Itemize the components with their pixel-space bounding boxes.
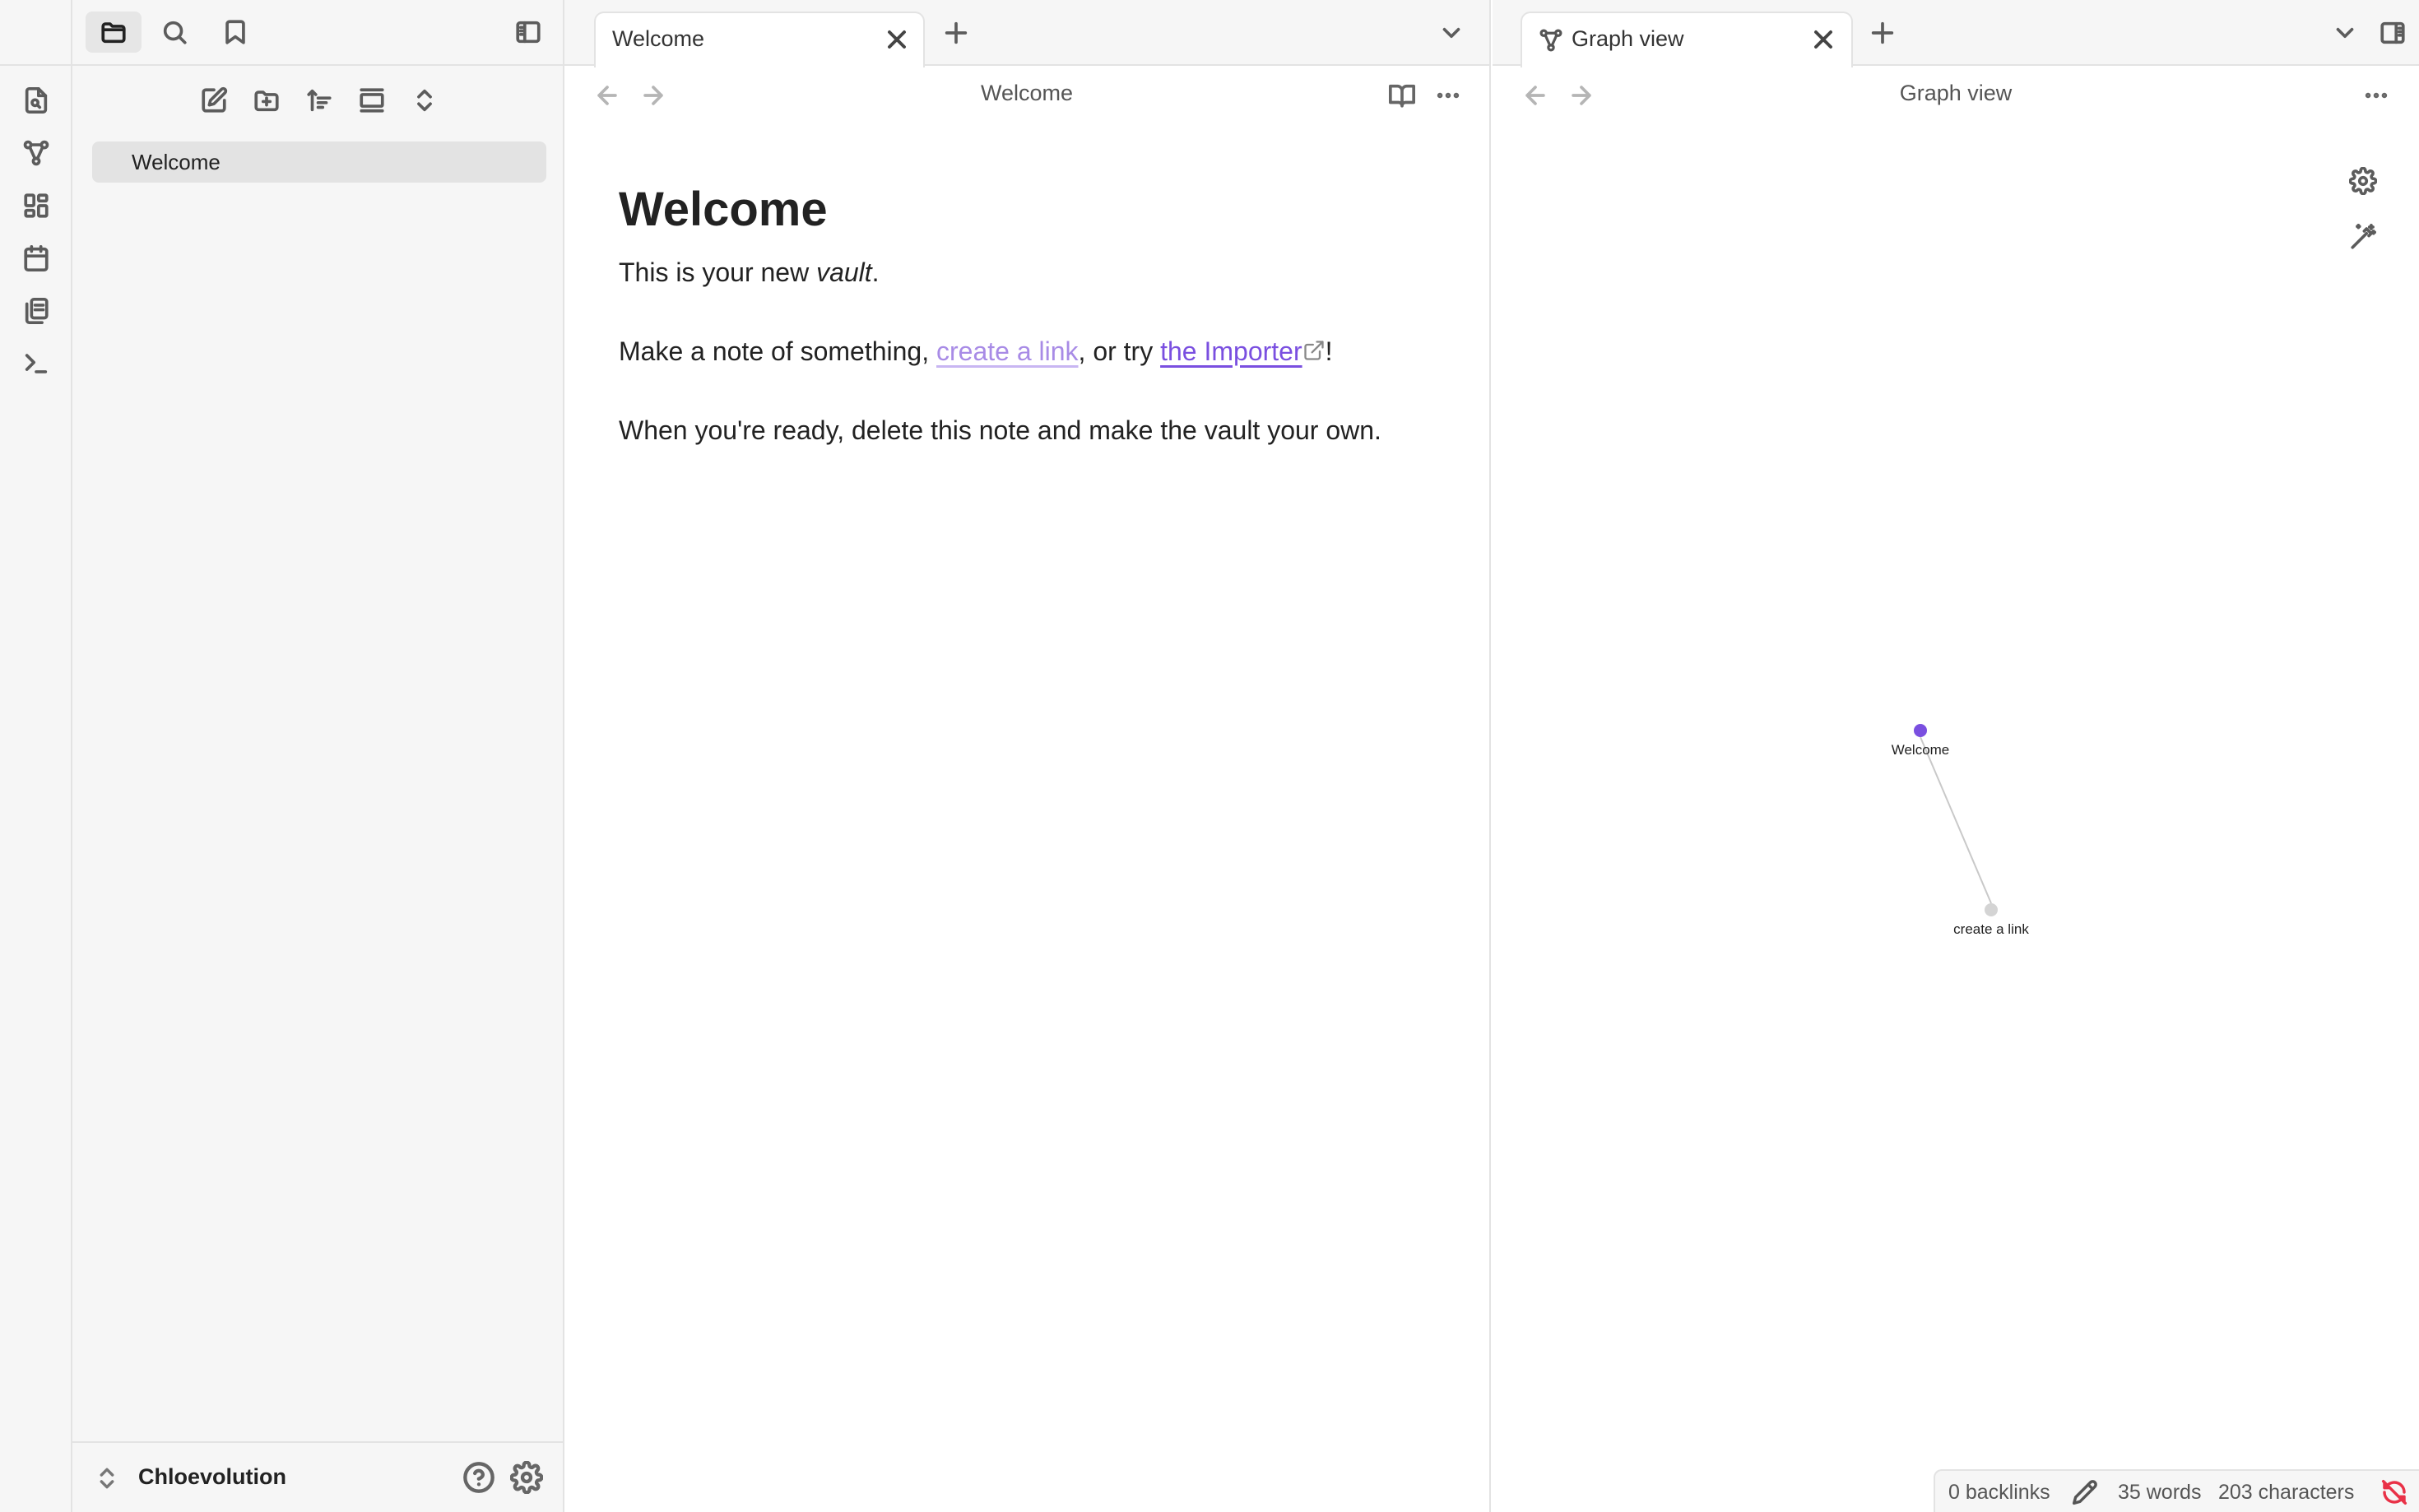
magic-wand-icon: [2351, 223, 2377, 249]
new-note-button[interactable]: [196, 82, 232, 118]
graph-node-welcome[interactable]: [1914, 724, 1927, 737]
note-content[interactable]: Welcome This is your new vault. Make a n…: [619, 181, 1458, 490]
graph-node-label: Welcome: [1892, 742, 1950, 758]
word-count: 35 words: [2118, 1481, 2202, 1504]
close-icon: [888, 30, 906, 49]
editing-mode-button[interactable]: [2072, 1479, 2098, 1505]
sidebar-tab-header: [72, 0, 564, 66]
editor-pane-welcome: Welcome Welcome Welcome This is your new…: [564, 0, 1491, 1512]
internal-link-create-a-link[interactable]: create a link: [936, 336, 1079, 366]
note-paragraph: This is your new vault.: [619, 253, 1458, 291]
new-folder-icon: [254, 90, 279, 112]
chevrons-up-down-icon: [417, 89, 432, 112]
close-tab-button[interactable]: [882, 25, 912, 54]
note-heading: Welcome: [619, 183, 828, 236]
tab-bar: Welcome: [564, 0, 1489, 67]
command-palette-icon[interactable]: [18, 346, 54, 382]
tab-title: Welcome: [612, 26, 705, 51]
sort-icon: [307, 89, 332, 112]
graph-view-icon[interactable]: [18, 135, 54, 171]
animate-graph-button[interactable]: [2345, 219, 2381, 255]
chevron-down-icon: [1442, 27, 1460, 39]
settings-button[interactable]: [510, 1461, 543, 1494]
folder-icon: [101, 22, 126, 44]
backlinks-count[interactable]: 0 backlinks: [1948, 1481, 2050, 1505]
graph-node-label: create a link: [1953, 921, 2029, 937]
character-count: 203 characters: [2218, 1481, 2355, 1504]
text: .: [871, 257, 880, 287]
more-horizontal-icon: [1437, 92, 1460, 99]
files-tab[interactable]: [86, 12, 142, 53]
daily-note-icon[interactable]: [18, 240, 54, 276]
text: !: [1325, 336, 1333, 366]
collapse-all-button[interactable]: [406, 82, 443, 118]
tab-list-dropdown[interactable]: [1435, 16, 1468, 49]
canvas-icon[interactable]: [18, 188, 54, 224]
search-icon: [163, 21, 187, 44]
help-button[interactable]: [462, 1461, 495, 1494]
plus-icon: [945, 21, 968, 44]
ribbon-top-strip: [0, 0, 72, 66]
sync-off-icon: [2381, 1479, 2407, 1505]
status-bar: 0 backlinks 35 words 203 characters: [1934, 1469, 2419, 1512]
graph-canvas[interactable]: Welcome create a link: [1493, 0, 2419, 1512]
graph-edge: [1920, 736, 1992, 904]
left-sidebar: Welcome Chloevolution: [72, 0, 564, 1512]
text: , or try: [1078, 336, 1161, 366]
emphasis-text: vault: [816, 257, 872, 287]
graph-settings-button[interactable]: [2345, 163, 2381, 199]
auto-reveal-button[interactable]: [354, 82, 390, 118]
gear-icon: [510, 1461, 543, 1494]
chevrons-up-down-icon: [100, 1468, 114, 1489]
text: This is your new: [619, 257, 817, 287]
sync-status-button[interactable]: [2381, 1479, 2407, 1505]
sort-button[interactable]: [301, 82, 337, 118]
view-header-title[interactable]: Welcome: [564, 81, 1489, 106]
auto-reveal-icon: [360, 88, 384, 113]
vault-switcher-button[interactable]: [94, 1463, 120, 1494]
note-paragraph: Make a note of something, create a link,…: [619, 332, 1458, 370]
open-quick-switcher-icon[interactable]: [18, 82, 54, 118]
toggle-left-sidebar-button[interactable]: [500, 12, 556, 53]
gear-icon: [2349, 167, 2377, 195]
tab-welcome[interactable]: Welcome: [594, 12, 925, 67]
sidebar-left-icon: [516, 21, 541, 44]
search-tab[interactable]: [146, 12, 202, 53]
pencil-icon: [2072, 1480, 2097, 1505]
graph-view-pane: Graph view Graph view Welcome create a l…: [1493, 0, 2419, 1512]
ribbon: [0, 0, 72, 1512]
new-note-icon: [202, 86, 228, 113]
bookmark-icon: [225, 20, 245, 44]
text: Make a note of something,: [619, 336, 936, 366]
book-open-icon: [1388, 84, 1416, 108]
file-item[interactable]: Welcome: [92, 141, 546, 183]
vault-name[interactable]: Chloevolution: [138, 1464, 286, 1490]
new-tab-button[interactable]: [940, 16, 973, 49]
more-options-button[interactable]: [1432, 79, 1465, 112]
reading-view-button[interactable]: [1386, 79, 1418, 112]
graph-node-create-a-link[interactable]: [1985, 903, 1998, 916]
help-icon: [463, 1462, 494, 1493]
templates-icon[interactable]: [18, 293, 54, 329]
external-link-icon: [1302, 339, 1326, 362]
vault-switcher-bar: Chloevolution: [72, 1441, 564, 1512]
bookmarks-tab[interactable]: [207, 12, 263, 53]
new-folder-button[interactable]: [248, 82, 285, 118]
note-paragraph: When you're ready, delete this note and …: [619, 415, 1381, 445]
external-link-importer[interactable]: the Importer: [1160, 336, 1302, 366]
